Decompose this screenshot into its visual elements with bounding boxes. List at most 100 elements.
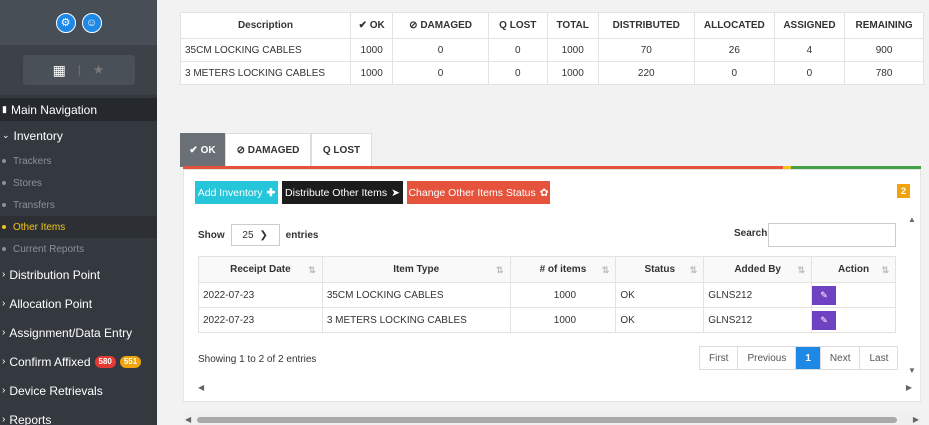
- col-status[interactable]: Status ⇅: [615, 256, 705, 283]
- sidebar-item-label: Confirm Affixed: [9, 354, 91, 369]
- col-added-by[interactable]: Added By ⇅: [703, 256, 813, 283]
- sort-icon: ⇅: [689, 265, 698, 275]
- star-icon[interactable]: ★: [93, 62, 105, 78]
- cell-status: OK: [615, 307, 705, 333]
- page-previous[interactable]: Previous: [738, 347, 797, 369]
- sidebar-subitem-label: Other Items: [13, 221, 66, 233]
- user-icon[interactable]: ☺: [81, 12, 102, 33]
- summary-header: ALLOCATED: [693, 12, 775, 39]
- items-header-row: Receipt Date ⇅ Item Type ⇅ # of items ⇅ Sta…: [198, 256, 896, 283]
- summary-cell: 4: [773, 38, 846, 62]
- sort-icon: ⇅: [308, 265, 316, 275]
- summary-cell: 70: [597, 38, 695, 62]
- scroll-left-icon[interactable]: ◀: [198, 383, 204, 392]
- scroll-right-icon[interactable]: ▶: [913, 415, 919, 424]
- cell-num-items: 1000: [509, 307, 617, 333]
- bookmark-icon: ▮: [2, 104, 7, 114]
- col-action[interactable]: Action ⇅: [811, 256, 896, 283]
- summary-header: Q LOST: [487, 12, 548, 39]
- summary-table: Description ✔ OK ⊘ DAMAGED Q LOST TOTAL …: [180, 12, 924, 85]
- chevron-right-icon: ›: [2, 327, 6, 338]
- distribute-items-button[interactable]: Distribute Other Items ➤: [282, 181, 403, 204]
- bullet-icon: [2, 181, 6, 185]
- header-label: Added By: [734, 264, 781, 275]
- scroll-down-icon[interactable]: ▼: [908, 366, 916, 375]
- change-status-button[interactable]: Change Other Items Status ✿: [407, 181, 550, 204]
- page-horizontal-scrollbar[interactable]: ◀ ▶: [183, 414, 921, 425]
- cell-receipt-date: 2022-07-23: [198, 282, 323, 308]
- scroll-right-icon[interactable]: ▶: [906, 383, 912, 392]
- summary-cell: 1000: [546, 61, 599, 85]
- count-badge-red: 580: [94, 355, 116, 368]
- show-label: Show: [198, 229, 225, 241]
- sidebar-item-label: Reports: [9, 412, 52, 425]
- add-inventory-button[interactable]: Add Inventory ✚: [195, 181, 278, 204]
- edit-button[interactable]: ✎: [812, 285, 837, 305]
- chevron-right-icon: ›: [2, 298, 6, 309]
- sidebar-item-device-retrievals[interactable]: › Device Retrievals: [0, 376, 157, 405]
- summary-cell: 0: [487, 61, 548, 85]
- cell-added-by: GLNS212: [703, 282, 813, 308]
- sidebar-subitem-stores[interactable]: Stores: [0, 172, 157, 194]
- cell-receipt-date: 2022-07-23: [198, 307, 323, 333]
- sidebar: ⚙ ☺ ▦ | ★ ▮ Main Navigation ⌄ Inventory …: [0, 0, 157, 425]
- button-label: Add Inventory: [197, 186, 263, 199]
- sidebar-subitem-transfers[interactable]: Transfers: [0, 194, 157, 216]
- cell-action: ✎: [811, 307, 896, 333]
- scroll-left-icon[interactable]: ◀: [185, 415, 191, 424]
- grid-icon[interactable]: ▦: [53, 62, 66, 79]
- summary-header: TOTAL: [546, 12, 599, 39]
- sidebar-item-label: Device Retrievals: [9, 383, 103, 398]
- sidebar-item-assignment[interactable]: › Assignment/Data Entry: [0, 318, 157, 347]
- sidebar-subitem-label: Transfers: [13, 199, 55, 211]
- summary-cell: 0: [773, 61, 846, 85]
- scrollbar-thumb[interactable]: [197, 417, 897, 423]
- col-item-type[interactable]: Item Type ⇅: [321, 256, 511, 283]
- summary-row: 3 METERS LOCKING CABLES 1000 0 0 1000 22…: [180, 61, 924, 85]
- cell-added-by: GLNS212: [703, 307, 813, 333]
- sort-icon: ⇅: [495, 265, 504, 275]
- chevron-right-icon: ›: [2, 414, 6, 425]
- page-next[interactable]: Next: [821, 347, 861, 369]
- header-label: Item Type: [393, 264, 440, 275]
- summary-cell: 780: [844, 61, 924, 85]
- summary-cell: 0: [392, 61, 489, 85]
- sidebar-subitem-other-items[interactable]: Other Items: [0, 216, 157, 238]
- page-1[interactable]: 1: [796, 347, 821, 369]
- search-input[interactable]: [768, 223, 896, 247]
- pagination: First Previous 1 Next Last: [699, 346, 899, 370]
- sort-icon: ⇅: [881, 265, 889, 275]
- summary-cell: 220: [597, 61, 695, 85]
- page-last[interactable]: Last: [860, 347, 897, 369]
- sidebar-item-distribution-point[interactable]: › Distribution Point: [0, 260, 157, 289]
- scroll-up-icon[interactable]: ▲: [908, 215, 916, 224]
- col-num-items[interactable]: # of items ⇅: [509, 256, 617, 283]
- summary-cell: 1000: [349, 61, 394, 85]
- tab-lost[interactable]: Q LOST: [311, 133, 372, 167]
- sidebar-header: ⚙ ☺: [0, 0, 157, 45]
- chevron-down-icon: ⌄: [2, 130, 10, 140]
- edit-button[interactable]: ✎: [812, 310, 837, 330]
- sidebar-subitem-current-reports[interactable]: Current Reports: [0, 238, 157, 260]
- tab-ok[interactable]: ✔ OK: [180, 133, 225, 167]
- entries-select[interactable]: 25 ❯: [230, 224, 280, 246]
- sidebar-item-reports[interactable]: › Reports: [0, 405, 157, 425]
- summary-cell: 35CM LOCKING CABLES: [180, 38, 351, 62]
- vertical-scrollbar[interactable]: ▲ ▼: [908, 215, 918, 375]
- sidebar-item-confirm-affixed[interactable]: › Confirm Affixed 580 551: [0, 347, 157, 376]
- cell-item-type: 35CM LOCKING CABLES: [321, 282, 511, 308]
- summary-row: 35CM LOCKING CABLES 1000 0 0 1000 70 26 …: [180, 38, 924, 62]
- chevron-right-icon: ›: [2, 385, 6, 396]
- summary-cell: 0: [392, 38, 489, 62]
- inner-horizontal-scrollbar[interactable]: ◀ ▶: [198, 383, 912, 393]
- sidebar-item-inventory[interactable]: ⌄ Inventory: [0, 121, 157, 150]
- page-first[interactable]: First: [700, 347, 739, 369]
- settings-icon[interactable]: ⚙: [55, 12, 76, 33]
- sidebar-subitem-trackers[interactable]: Trackers: [0, 150, 157, 172]
- sidebar-item-allocation-point[interactable]: › Allocation Point: [0, 289, 157, 318]
- col-receipt-date[interactable]: Receipt Date ⇅: [198, 256, 323, 283]
- tab-damaged[interactable]: ⊘ DAMAGED: [225, 133, 311, 167]
- search-label: Search:: [734, 228, 771, 239]
- header-label: # of items: [539, 264, 587, 275]
- summary-header: ASSIGNED: [773, 12, 846, 39]
